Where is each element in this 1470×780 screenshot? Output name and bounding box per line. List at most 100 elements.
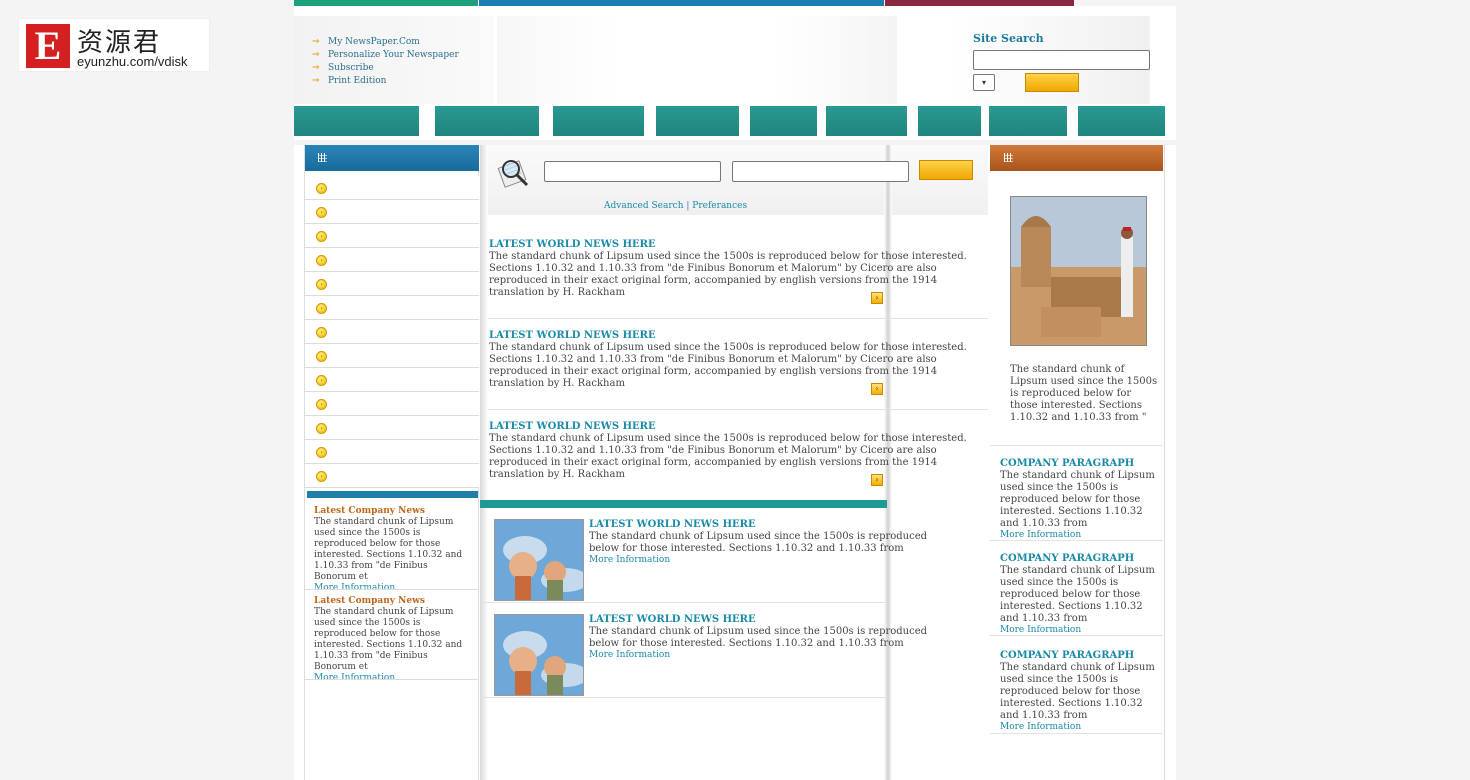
sidebar-item[interactable]: › [305, 368, 479, 392]
site-logo[interactable]: E 资源君 eyunzhu.com/vdisk [18, 18, 210, 72]
company-paragraph-title[interactable]: COMPANY PARAGRAPH [1000, 650, 1164, 662]
smiley-arrow-icon: › [316, 423, 327, 434]
magnifier-search-icon [497, 155, 531, 189]
nav-tab-1[interactable] [294, 106, 419, 136]
left-news-header-bar [307, 491, 478, 498]
banner-area [497, 16, 897, 104]
sidebar-item[interactable]: › [305, 176, 479, 200]
divider [488, 409, 988, 410]
nav-tab-7[interactable] [918, 106, 981, 136]
sidebar-item[interactable]: › [305, 416, 479, 440]
right-sidebar-header [990, 145, 1163, 171]
smiley-arrow-icon: › [316, 399, 327, 410]
company-paragraph: COMPANY PARAGRAPH The standard chunk of … [1000, 650, 1164, 733]
featured-photo-caption: The standard chunk of Lipsum used since … [1010, 364, 1158, 423]
left-news-item: Latest Company News The standard chunk o… [314, 596, 469, 684]
divider [488, 318, 988, 319]
news-article: LATEST WORLD NEWS HERE The standard chun… [489, 421, 977, 481]
more-information-link[interactable]: More Information [589, 650, 959, 661]
top-link[interactable]: ⇒ Subscribe [312, 62, 459, 75]
top-links-panel: ⇒ My NewsPaper.Com ⇒ Personalize Your News… [294, 16, 494, 104]
company-paragraph-title[interactable]: COMPANY PARAGRAPH [1000, 458, 1164, 470]
article-title[interactable]: LATEST WORLD NEWS HERE [489, 421, 977, 433]
divider [305, 679, 479, 680]
section-divider-bar [480, 500, 887, 508]
company-paragraph-title[interactable]: COMPANY PARAGRAPH [1000, 553, 1164, 565]
article-title[interactable]: LATEST WORLD NEWS HERE [589, 614, 959, 626]
company-paragraph-body: The standard chunk of Lipsum used since … [1000, 565, 1155, 624]
top-link[interactable]: ⇒ Print Edition [312, 75, 459, 88]
site-search-select[interactable]: ▾ [973, 74, 995, 91]
featured-photo[interactable] [1010, 196, 1147, 346]
article-body: The standard chunk of Lipsum used since … [489, 433, 967, 480]
site-search-input[interactable] [973, 50, 1150, 70]
article-title[interactable]: LATEST WORLD NEWS HERE [489, 239, 977, 251]
left-news-item: Latest Company News The standard chunk o… [314, 506, 469, 594]
top-link-label: Print Edition [328, 76, 387, 86]
left-news-body: The standard chunk of Lipsum used since … [314, 517, 463, 582]
sidebar-item[interactable]: › [305, 464, 479, 488]
article-thumbnail[interactable] [494, 614, 584, 696]
divider [305, 589, 479, 590]
smiley-arrow-icon: › [316, 279, 327, 290]
arrow-icon: ⇒ [312, 76, 320, 86]
divider [990, 445, 1163, 446]
article-body: The standard chunk of Lipsum used since … [589, 531, 928, 554]
arrow-icon: ⇒ [312, 50, 320, 60]
center-search-button[interactable] [919, 160, 973, 180]
smiley-arrow-icon: › [316, 255, 327, 266]
divider [990, 540, 1163, 541]
sidebar-item[interactable]: › [305, 320, 479, 344]
article-title[interactable]: LATEST WORLD NEWS HERE [489, 330, 977, 342]
smiley-arrow-icon: › [316, 447, 327, 458]
nav-tab-3[interactable] [553, 106, 644, 136]
sidebar-item[interactable]: › [305, 200, 479, 224]
sidebar-item[interactable]: › [305, 344, 479, 368]
read-more-arrow-icon[interactable]: › [871, 383, 883, 395]
divider [480, 602, 887, 603]
site-search-label: Site Search [973, 32, 1044, 45]
article-thumbnail[interactable] [494, 519, 584, 601]
top-link-label: My NewsPaper.Com [328, 37, 420, 47]
thumb-article: LATEST WORLD NEWS HERE The standard chun… [589, 519, 959, 566]
sidebar-item[interactable]: › [305, 440, 479, 464]
preferences-link[interactable]: Preferances [692, 201, 747, 211]
read-more-arrow-icon[interactable]: › [871, 292, 883, 304]
nav-tab-8[interactable] [989, 106, 1067, 136]
nav-tab-5[interactable] [750, 106, 817, 136]
center-search-input[interactable] [544, 161, 721, 182]
article-title[interactable]: LATEST WORLD NEWS HERE [589, 519, 959, 531]
top-link[interactable]: ⇒ Personalize Your Newspaper [312, 49, 459, 62]
logo-letter: E [26, 24, 70, 68]
nav-tab-2[interactable] [435, 106, 539, 136]
read-more-arrow-icon[interactable]: › [871, 474, 883, 486]
article-body: The standard chunk of Lipsum used since … [589, 626, 928, 649]
company-paragraph: COMPANY PARAGRAPH The standard chunk of … [1000, 458, 1164, 541]
company-paragraph: COMPANY PARAGRAPH The standard chunk of … [1000, 553, 1164, 636]
logo-url: eyunzhu.com/vdisk [77, 54, 188, 69]
nav-tab-6[interactable] [826, 106, 907, 136]
top-link[interactable]: ⇒ My NewsPaper.Com [312, 36, 459, 49]
nav-tab-4[interactable] [656, 106, 739, 136]
thumb-article: LATEST WORLD NEWS HERE The standard chun… [589, 614, 959, 661]
chevron-down-icon: ▾ [981, 78, 986, 87]
top-link-label: Personalize Your Newspaper [328, 50, 459, 60]
smiley-arrow-icon: › [316, 375, 327, 386]
center-search-input-2[interactable] [732, 161, 909, 182]
advanced-search-link[interactable]: Advanced Search [604, 201, 684, 211]
smiley-arrow-icon: › [316, 303, 327, 314]
more-information-link[interactable]: More Information [1000, 722, 1164, 733]
sidebar-item[interactable]: › [305, 248, 479, 272]
sidebar-item[interactable]: › [305, 296, 479, 320]
company-paragraph-body: The standard chunk of Lipsum used since … [1000, 662, 1155, 721]
site-search-button[interactable] [1025, 73, 1079, 92]
sidebar-item[interactable]: › [305, 392, 479, 416]
more-information-link[interactable]: More Information [589, 555, 959, 566]
nav-tab-9[interactable] [1078, 106, 1165, 136]
sidebar-item[interactable]: › [305, 272, 479, 296]
company-paragraph-body: The standard chunk of Lipsum used since … [1000, 470, 1155, 529]
smiley-arrow-icon: › [316, 471, 327, 482]
smiley-arrow-icon: › [316, 231, 327, 242]
sidebar-item[interactable]: › [305, 224, 479, 248]
divider [990, 635, 1163, 636]
